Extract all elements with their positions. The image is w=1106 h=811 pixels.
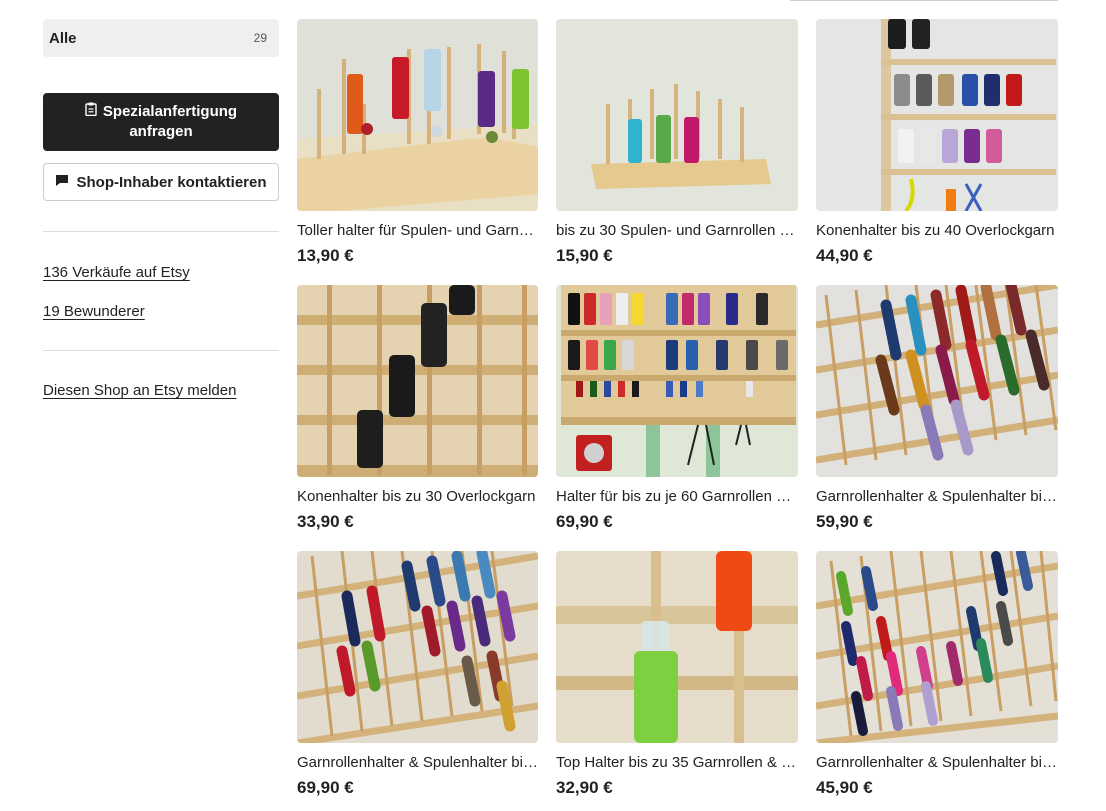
category-all-label: Alle [49, 29, 77, 47]
listing-title[interactable]: Halter für bis zu je 60 Garnrollen und S… [556, 488, 798, 506]
listing-price: 15,90 € [556, 246, 613, 265]
listing-price: 59,90 € [816, 512, 873, 531]
listing-card[interactable]: Top Halter bis zu 35 Garnrollen & Spulen… [556, 551, 798, 811]
listing-price: 44,90 € [816, 246, 873, 265]
custom-order-label-1: Spezialanfertigung [102, 103, 238, 120]
sales-link[interactable]: 136 Verkäufe auf Etsy [43, 264, 279, 281]
sidebar-divider [43, 350, 279, 351]
listing-title[interactable]: Garnrollenhalter & Spulenhalter bis zu [816, 488, 1058, 506]
listing-price: 13,90 € [297, 246, 354, 265]
top-divider [790, 0, 1058, 1]
listing-card[interactable]: Toller halter für Spulen- und Garnrollen… [297, 19, 538, 285]
listing-title[interactable]: Toller halter für Spulen- und Garnrollen [297, 222, 538, 240]
contact-label: Shop-Inhaber kontaktieren [76, 173, 267, 191]
listing-image[interactable] [556, 19, 798, 211]
clipboard-icon [85, 102, 97, 122]
category-all-count: 29 [253, 31, 267, 45]
shop-sidebar: Alle 29 Spezialanfertigung anfragen Shop… [43, 19, 279, 399]
category-all[interactable]: Alle 29 [43, 19, 279, 57]
request-custom-order-button[interactable]: Spezialanfertigung anfragen [43, 93, 279, 151]
listing-title[interactable]: Garnrollenhalter & Spulenhalter bis zu [816, 754, 1058, 772]
listing-price: 45,90 € [816, 778, 873, 797]
listing-card[interactable]: Halter für bis zu je 60 Garnrollen und S… [556, 285, 798, 551]
listing-image[interactable] [556, 285, 798, 477]
listing-image[interactable] [816, 19, 1058, 211]
listing-price: 69,90 € [556, 512, 613, 531]
listing-title[interactable]: Top Halter bis zu 35 Garnrollen & Spulen [556, 754, 798, 772]
listing-card[interactable]: Garnrollenhalter & Spulenhalter bis zu 4… [816, 551, 1058, 811]
listing-card[interactable]: Konenhalter bis zu 30 Overlockgarn 33,90… [297, 285, 538, 551]
listing-price: 33,90 € [297, 512, 354, 531]
listing-image[interactable] [297, 551, 538, 743]
listing-card[interactable]: Garnrollenhalter & Spulenhalter bis zu 6… [297, 551, 538, 811]
listing-price: 69,90 € [297, 778, 354, 797]
sidebar-divider [43, 231, 279, 232]
listing-price: 32,90 € [556, 778, 613, 797]
listing-image[interactable] [297, 19, 538, 211]
admirers-link[interactable]: 19 Bewunderer [43, 303, 279, 320]
listing-title[interactable]: Konenhalter bis zu 40 Overlockgarn [816, 222, 1058, 240]
listing-image[interactable] [556, 551, 798, 743]
listing-card[interactable]: Konenhalter bis zu 40 Overlockgarn 44,90… [816, 19, 1058, 285]
listing-title[interactable]: bis zu 30 Spulen- und Garnrollen Halter [556, 222, 798, 240]
report-shop-link[interactable]: Diesen Shop an Etsy melden [43, 382, 279, 399]
listing-image[interactable] [297, 285, 538, 477]
custom-order-label-2: anfragen [129, 123, 193, 140]
listing-card[interactable]: Garnrollenhalter & Spulenhalter bis zu 5… [816, 285, 1058, 551]
listing-image[interactable] [816, 285, 1058, 477]
listing-title[interactable]: Konenhalter bis zu 30 Overlockgarn [297, 488, 538, 506]
listing-card[interactable]: bis zu 30 Spulen- und Garnrollen Halter … [556, 19, 798, 285]
listing-image[interactable] [816, 551, 1058, 743]
contact-shop-owner-button[interactable]: Shop-Inhaber kontaktieren [43, 163, 279, 201]
listing-grid: Toller halter für Spulen- und Garnrollen… [297, 19, 1058, 811]
listing-title[interactable]: Garnrollenhalter & Spulenhalter bis zu [297, 754, 538, 772]
message-icon [55, 174, 69, 191]
